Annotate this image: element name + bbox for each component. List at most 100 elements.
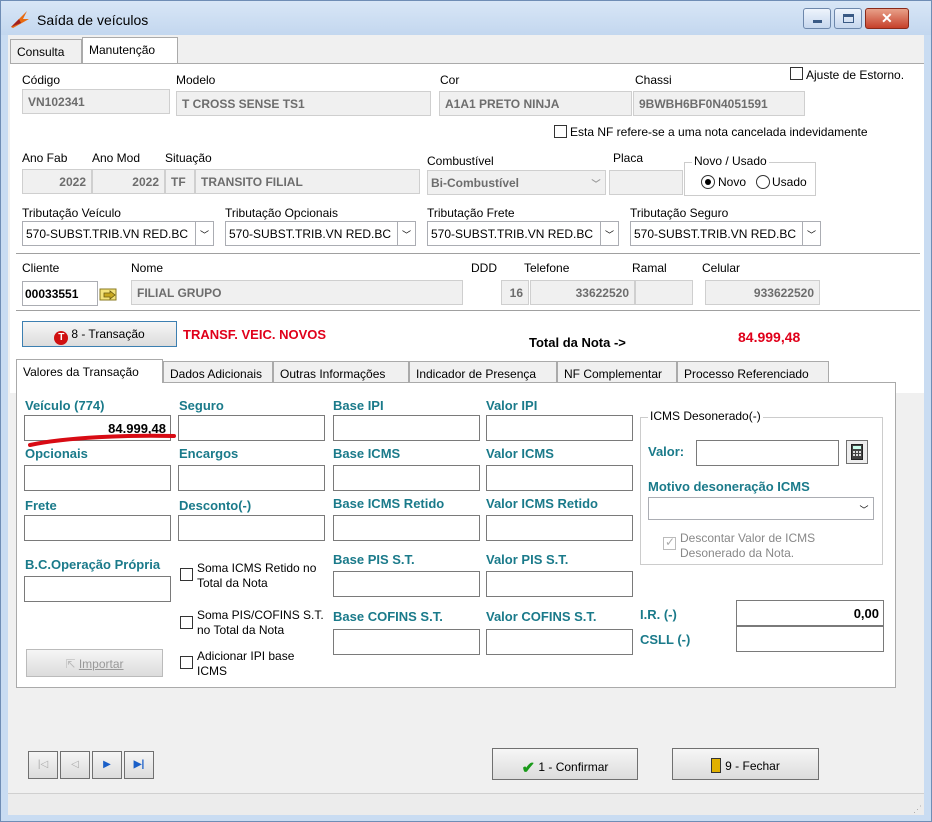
importar-button[interactable]: ⇱ Importar <box>26 649 163 677</box>
desconto-label: Desconto(-) <box>179 498 252 513</box>
usado-radio[interactable] <box>756 175 770 189</box>
maximize-button[interactable] <box>834 8 862 29</box>
valor-icms-retido-input[interactable] <box>486 515 633 541</box>
trib-seguro-select[interactable]: 570-SUBST.TRIB.VN RED.BC ﹀ <box>630 221 821 246</box>
first-record-button[interactable]: |◁ <box>28 751 58 779</box>
frete-input[interactable] <box>24 515 171 541</box>
ano-mod-field[interactable]: 2022 <box>92 169 165 194</box>
door-exit-icon <box>711 758 722 773</box>
modelo-field[interactable]: T CROSS SENSE TS1 <box>176 91 431 116</box>
cor-field[interactable]: A1A1 PRETO NINJA <box>439 91 632 116</box>
cliente-field[interactable]: 00033551 <box>22 281 98 306</box>
valor-icms-retido-label: Valor ICMS Retido <box>486 496 598 511</box>
fechar-label: 9 - Fechar <box>725 759 780 773</box>
combustivel-select[interactable]: Bi-Combustível ﹀ <box>427 170 606 195</box>
celular-label: Celular <box>702 261 741 275</box>
soma-icms-label: Soma ICMS Retido no Total da Nota <box>197 561 317 590</box>
valor-cofins-input[interactable] <box>486 629 633 655</box>
checkmark-icon: ✔ <box>521 760 536 777</box>
resize-grip-icon: ⋰ <box>913 804 922 814</box>
import-icon: ⇱ <box>65 657 79 671</box>
ajuste-estorno-label: Ajuste de Estorno. <box>806 68 905 82</box>
placa-field[interactable] <box>609 170 683 195</box>
close-button[interactable]: ✕ <box>865 8 909 29</box>
valor-icms-input[interactable] <box>486 465 633 491</box>
window-title: Saída de veículos <box>37 12 149 28</box>
csll-input[interactable] <box>736 626 884 652</box>
valor-desonerado-input[interactable] <box>696 440 839 466</box>
trib-frete-select[interactable]: 570-SUBST.TRIB.VN RED.BC ﹀ <box>427 221 619 246</box>
base-pis-input[interactable] <box>333 571 480 597</box>
base-pis-label: Base PIS S.T. <box>333 552 415 567</box>
valor-pis-input[interactable] <box>486 571 633 597</box>
descontar-checkbox[interactable]: ✓ <box>663 535 676 550</box>
trib-opcionais-select[interactable]: 570-SUBST.TRIB.VN RED.BC ﹀ <box>225 221 416 246</box>
novo-label: Novo <box>718 175 747 189</box>
nome-field[interactable]: FILIAL GRUPO <box>131 280 463 305</box>
trib-opcionais-label: Tributação Opcionais <box>225 206 338 220</box>
search-client-icon[interactable] <box>98 285 120 303</box>
tab-manutencao[interactable]: Manutenção <box>82 37 178 63</box>
next-icon: ▶ <box>103 759 111 770</box>
tab-dados-adicionais[interactable]: Dados Adicionais <box>163 361 273 383</box>
base-icms-retido-input[interactable] <box>333 515 480 541</box>
nf-cancelada-checkbox[interactable] <box>554 125 567 138</box>
soma-icms-checkbox[interactable] <box>180 568 193 581</box>
transacao-icon: T <box>54 331 69 345</box>
novo-usado-label: Novo / Usado <box>692 154 769 168</box>
ir-input[interactable]: 0,00 <box>736 600 884 626</box>
bc-operacao-label: B.C.Operação Própria <box>25 557 161 572</box>
transacao-button[interactable]: T8 - Transação <box>22 321 177 347</box>
base-icms-input[interactable] <box>333 465 480 491</box>
ano-fab-field[interactable]: 2022 <box>22 169 92 194</box>
base-cofins-input[interactable] <box>333 629 480 655</box>
tab-outras-informacoes[interactable]: Outras Informações <box>273 361 409 383</box>
situacao-field[interactable]: TRANSITO FILIAL <box>195 169 420 194</box>
opcionais-input[interactable] <box>24 465 171 491</box>
motivo-label: Motivo desoneração ICMS <box>648 479 810 494</box>
tab-nf-complementar[interactable]: NF Complementar <box>557 361 677 383</box>
combustivel-label: Combustível <box>427 154 494 168</box>
desconto-input[interactable] <box>178 515 325 541</box>
soma-pis-checkbox[interactable] <box>180 616 193 629</box>
nf-cancelada-label: Esta NF refere-se a uma nota cancelada i… <box>570 125 868 139</box>
ddd-field[interactable]: 16 <box>501 280 529 305</box>
celular-field[interactable]: 933622520 <box>705 280 820 305</box>
seguro-input[interactable] <box>178 415 325 441</box>
situacao-code-field[interactable]: TF <box>165 169 195 194</box>
motivo-select[interactable]: ﹀ <box>648 497 874 520</box>
radio-dot-icon <box>705 179 711 185</box>
last-record-button[interactable]: ▶| <box>124 751 154 779</box>
trib-veiculo-select[interactable]: 570-SUBST.TRIB.VN RED.BC ﹀ <box>22 221 214 246</box>
chassi-field[interactable]: 9BWBH6BF0N4051591 <box>633 91 805 116</box>
total-label: Total da Nota -> <box>529 335 626 350</box>
prev-record-button[interactable]: ◁ <box>60 751 90 779</box>
base-ipi-input[interactable] <box>333 415 480 441</box>
base-icms-retido-label: Base ICMS Retido <box>333 496 445 511</box>
calculator-button[interactable] <box>846 440 868 464</box>
codigo-field[interactable]: VN102341 <box>22 89 170 114</box>
tab-processo-referenciado[interactable]: Processo Referenciado <box>677 361 829 383</box>
telefone-label: Telefone <box>524 261 570 275</box>
adicionar-ipi-checkbox[interactable] <box>180 656 193 669</box>
bc-operacao-input[interactable] <box>24 576 171 602</box>
ano-mod-label: Ano Mod <box>92 151 141 165</box>
tab-valores-transacao[interactable]: Valores da Transação <box>16 359 163 383</box>
encargos-input[interactable] <box>178 465 325 491</box>
importar-label: Importar <box>78 657 124 671</box>
fechar-button[interactable]: 9 - Fechar <box>672 748 819 780</box>
minimize-button[interactable] <box>803 8 831 29</box>
tab-consulta[interactable]: Consulta <box>10 39 82 63</box>
valor-ipi-input[interactable] <box>486 415 633 441</box>
trib-seguro-label: Tributação Seguro <box>630 206 729 220</box>
next-record-button[interactable]: ▶ <box>92 751 122 779</box>
trib-veiculo-value: 570-SUBST.TRIB.VN RED.BC <box>26 227 189 241</box>
ajuste-estorno-checkbox[interactable] <box>790 67 803 80</box>
tab-indicador-presenca[interactable]: Indicador de Presença <box>409 361 557 383</box>
ramal-field[interactable] <box>635 280 693 305</box>
confirmar-button[interactable]: ✔ 1 - Confirmar <box>492 748 638 780</box>
telefone-field[interactable]: 33622520 <box>530 280 635 305</box>
divider <box>16 310 920 312</box>
ir-label: I.R. (-) <box>640 607 677 622</box>
novo-radio[interactable] <box>701 175 715 189</box>
